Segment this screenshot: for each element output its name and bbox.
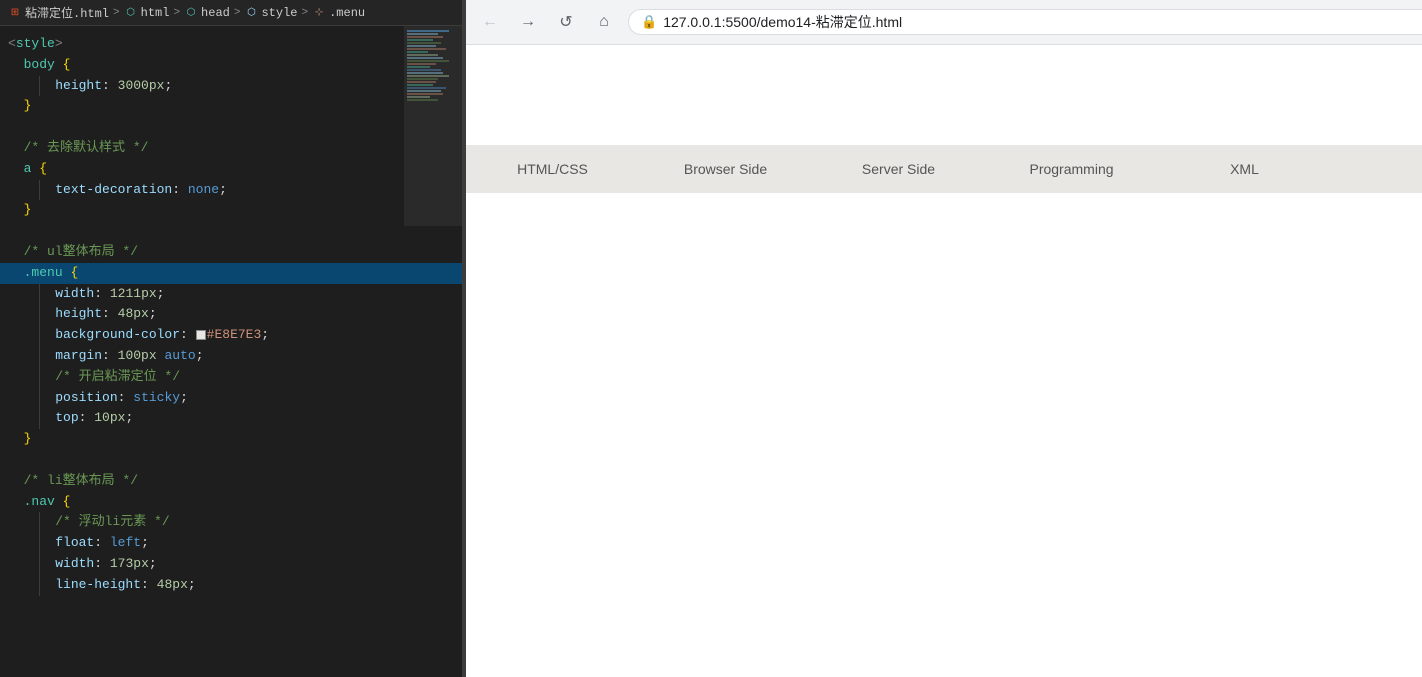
nav-item-browser-side-label: Browser Side xyxy=(684,161,767,177)
nav-item-server-side-label: Server Side xyxy=(862,161,935,177)
code-line-7: a { xyxy=(0,159,462,180)
code-line-23: .nav { xyxy=(0,492,462,513)
code-line-19: top: 10px; xyxy=(0,408,462,429)
code-line-6: /* 去除默认样式 */ xyxy=(0,138,462,159)
address-bar-container: 🔒 xyxy=(628,9,1422,35)
bc-html-label: html xyxy=(141,6,170,20)
code-line-14: height: 48px; xyxy=(0,304,462,325)
bc-menu-label: .menu xyxy=(329,6,365,20)
code-line-20: } xyxy=(0,429,462,450)
code-line-15: background-color: #E8E7E3; xyxy=(0,325,462,346)
nav-item-programming[interactable]: Programming xyxy=(985,145,1158,193)
forward-button[interactable]: → xyxy=(514,8,542,36)
code-line-2: body { xyxy=(0,55,462,76)
nav-item-html-css-label: HTML/CSS xyxy=(517,161,588,177)
nav-item-server-side[interactable]: Server Side xyxy=(812,145,985,193)
forward-icon: → xyxy=(520,13,536,31)
bc-style: ⬡ style xyxy=(244,6,297,20)
code-line-17: /* 开启粘滞定位 */ xyxy=(0,367,462,388)
code-line-26: width: 173px; xyxy=(0,554,462,575)
bc-file-label: 粘滞定位.html xyxy=(25,4,109,21)
code-line-11: /* ul整体布局 */ xyxy=(0,242,462,263)
code-line-18: position: sticky; xyxy=(0,388,462,409)
code-content-area[interactable]: <style> body { height: 3000px; } /* 去除默认… xyxy=(0,26,462,677)
code-line-13: width: 1211px; xyxy=(0,284,462,305)
style-icon: ⬡ xyxy=(244,6,258,20)
code-line-21 xyxy=(0,450,462,471)
back-button[interactable]: ← xyxy=(476,8,504,36)
nav-item-html-css[interactable]: HTML/CSS xyxy=(466,145,639,193)
bc-menu: ⊹ .menu xyxy=(312,6,365,20)
browser-panel: ← → ↺ ⌂ 🔒 🔍 ☆ 🧩 ⋮ xyxy=(466,0,1422,677)
html-icon: ⬡ xyxy=(124,6,138,20)
code-line-3: height: 3000px; xyxy=(0,76,462,97)
head-icon: ⬡ xyxy=(184,6,198,20)
sticky-nav-menu: HTML/CSS Browser Side Server Side Progra… xyxy=(466,145,1422,193)
code-line-1: <style> xyxy=(0,34,462,55)
nav-item-xml-label: XML xyxy=(1230,161,1259,177)
code-editor: ⊞ 粘滞定位.html > ⬡ html > ⬡ head > ⬡ style … xyxy=(0,0,462,677)
minimap xyxy=(404,26,462,226)
menu-icon: ⊹ xyxy=(312,6,326,20)
code-line-9: } xyxy=(0,200,462,221)
code-line-27: line-height: 48px; xyxy=(0,575,462,596)
code-line-16: margin: 100px auto; xyxy=(0,346,462,367)
breadcrumb: ⊞ 粘滞定位.html > ⬡ html > ⬡ head > ⬡ style … xyxy=(0,0,462,26)
bc-head-label: head xyxy=(201,6,230,20)
back-icon: ← xyxy=(482,13,498,31)
reload-icon: ↺ xyxy=(559,12,572,32)
home-icon: ⌂ xyxy=(599,13,609,31)
nav-item-xml[interactable]: XML xyxy=(1158,145,1331,193)
bc-sep-1: > xyxy=(113,7,120,19)
bc-sep-4: > xyxy=(301,7,308,19)
home-button[interactable]: ⌂ xyxy=(590,8,618,36)
code-line-5 xyxy=(0,117,462,138)
bc-sep-2: > xyxy=(173,7,180,19)
browser-toolbar: ← → ↺ ⌂ 🔒 🔍 ☆ 🧩 ⋮ xyxy=(466,0,1422,45)
nav-item-browser-side[interactable]: Browser Side xyxy=(639,145,812,193)
code-line-22: /* li整体布局 */ xyxy=(0,471,462,492)
code-line-12: .menu { xyxy=(0,263,462,284)
file-icon: ⊞ xyxy=(8,6,22,20)
code-line-24: /* 浮动li元素 */ xyxy=(0,512,462,533)
bc-file: ⊞ 粘滞定位.html xyxy=(8,4,109,21)
code-line-25: float: left; xyxy=(0,533,462,554)
browser-content: HTML/CSS Browser Side Server Side Progra… xyxy=(466,45,1422,677)
code-line-8: text-decoration: none; xyxy=(0,180,462,201)
bc-style-label: style xyxy=(261,6,297,20)
reload-button[interactable]: ↺ xyxy=(552,8,580,36)
bc-head: ⬡ head xyxy=(184,6,230,20)
address-bar[interactable] xyxy=(663,14,1422,30)
nav-item-programming-label: Programming xyxy=(1029,161,1113,177)
bc-sep-3: > xyxy=(234,7,241,19)
lock-icon: 🔒 xyxy=(641,14,657,30)
code-line-10 xyxy=(0,221,462,242)
code-line-4: } xyxy=(0,96,462,117)
bc-html: ⬡ html xyxy=(124,6,170,20)
